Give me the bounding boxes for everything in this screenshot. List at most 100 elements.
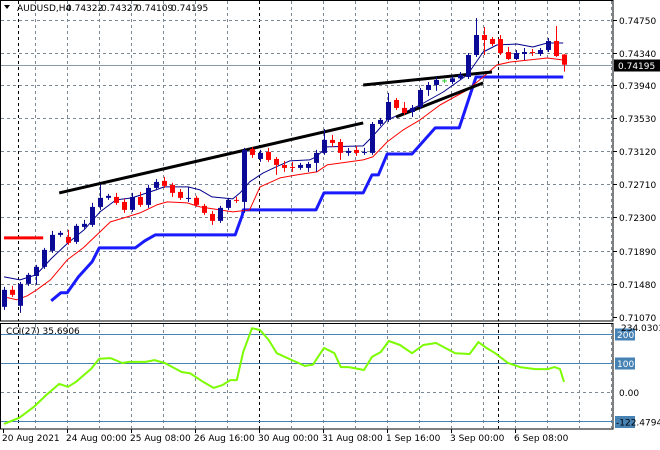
candle [210,210,215,225]
candle-body [42,249,47,267]
candle [42,247,47,269]
candle-body [162,180,167,186]
moving-average-slow [3,57,564,301]
candle [10,285,15,297]
candle-body [410,107,415,112]
cci-plot [1,327,613,425]
candle [98,184,103,210]
candle [314,149,319,172]
candle-body [34,266,39,276]
candle [346,147,351,156]
candle-body [210,213,215,221]
trendline [395,81,484,119]
candle-body [506,51,511,60]
candle-body [362,151,367,153]
main-plot [1,17,613,313]
candle [290,161,295,172]
candle-body [170,184,175,193]
candle [146,184,151,208]
candle [130,192,135,212]
candle [410,104,415,117]
candle-body [370,123,375,153]
current-price-label: 0.74195 [618,62,655,72]
triangle-down-icon[interactable] [4,5,10,9]
price-tick-label: 0.73120 [619,148,656,158]
open-price: 0.74322 [66,4,103,14]
candle [2,286,7,310]
candle [418,87,423,109]
candle [394,97,399,110]
time-tick-label: 30 Aug 00:00 [258,434,319,444]
candle-body [266,151,271,160]
time-tick-label: 3 Sep 00:00 [450,434,505,444]
time-tick-label: 31 Aug 08:00 [322,434,383,444]
candle [50,230,55,253]
candle-body [74,225,79,242]
candle [386,92,391,122]
candle [522,47,527,60]
time-tick-label: 24 Aug 00:00 [66,434,127,444]
candle [330,134,335,147]
symbol-label: AUDUSD,H4 [17,4,72,14]
candle-body [482,34,487,40]
candle [538,47,543,56]
candle-body [418,89,423,107]
candle-body [138,196,143,205]
price-tick-label: 0.71070 [619,314,656,324]
price-tick-label: 0.74340 [619,50,656,60]
high-price: 0.74327 [101,4,138,14]
candle-body [490,39,495,45]
candle-body [354,149,359,153]
candle-body [290,166,295,168]
candle [530,49,535,56]
candle [162,176,167,188]
candle-body [426,84,431,90]
candle [226,197,231,210]
price-tick-label: 0.73530 [619,115,656,125]
candle [562,54,567,72]
candle [74,223,79,244]
candle-body [146,187,151,205]
candle [442,78,447,83]
candle-body [274,158,279,165]
price-tick-label: 0.71890 [619,248,656,258]
candle [186,186,191,202]
candle-body [202,205,207,213]
time-tick-label: 25 Aug 08:00 [130,434,191,444]
candle-body [186,197,191,199]
candle [106,193,111,200]
candle [426,81,431,96]
candle [338,138,343,160]
candle-body [98,197,103,207]
candle-body [58,232,63,235]
candle [490,37,495,46]
candle-body [514,52,519,60]
candle-body [282,164,287,168]
candle [114,192,119,205]
cci-line [3,327,565,425]
candle-body [466,54,471,77]
cci-zero-label: 0.00 [619,389,639,399]
candle [258,149,263,162]
candle-body [218,207,223,221]
candle [66,229,71,245]
low-price: 0.74109 [136,4,173,14]
price-tick-label: 0.73940 [619,82,656,92]
candle [546,37,551,52]
candle [506,47,511,60]
candle [306,161,311,172]
candle [242,147,247,213]
candle-body [154,181,159,188]
candle-body [258,152,263,159]
candle-body [242,149,247,202]
candle-body [50,234,55,251]
candle-body [474,34,479,55]
candle-body [122,201,127,210]
price-chart[interactable]: 0.74750 0.74340 0.73940 0.73530 0.73120 0.727… [0,0,660,450]
candle [26,272,31,286]
cci-min-label: -122.4794 [616,419,660,429]
price-tick-label: 0.74750 [619,17,656,27]
candle [474,17,479,57]
cci-label: CCI(27) 35.6906 [6,327,80,337]
price-tick-label: 0.72300 [619,214,656,224]
